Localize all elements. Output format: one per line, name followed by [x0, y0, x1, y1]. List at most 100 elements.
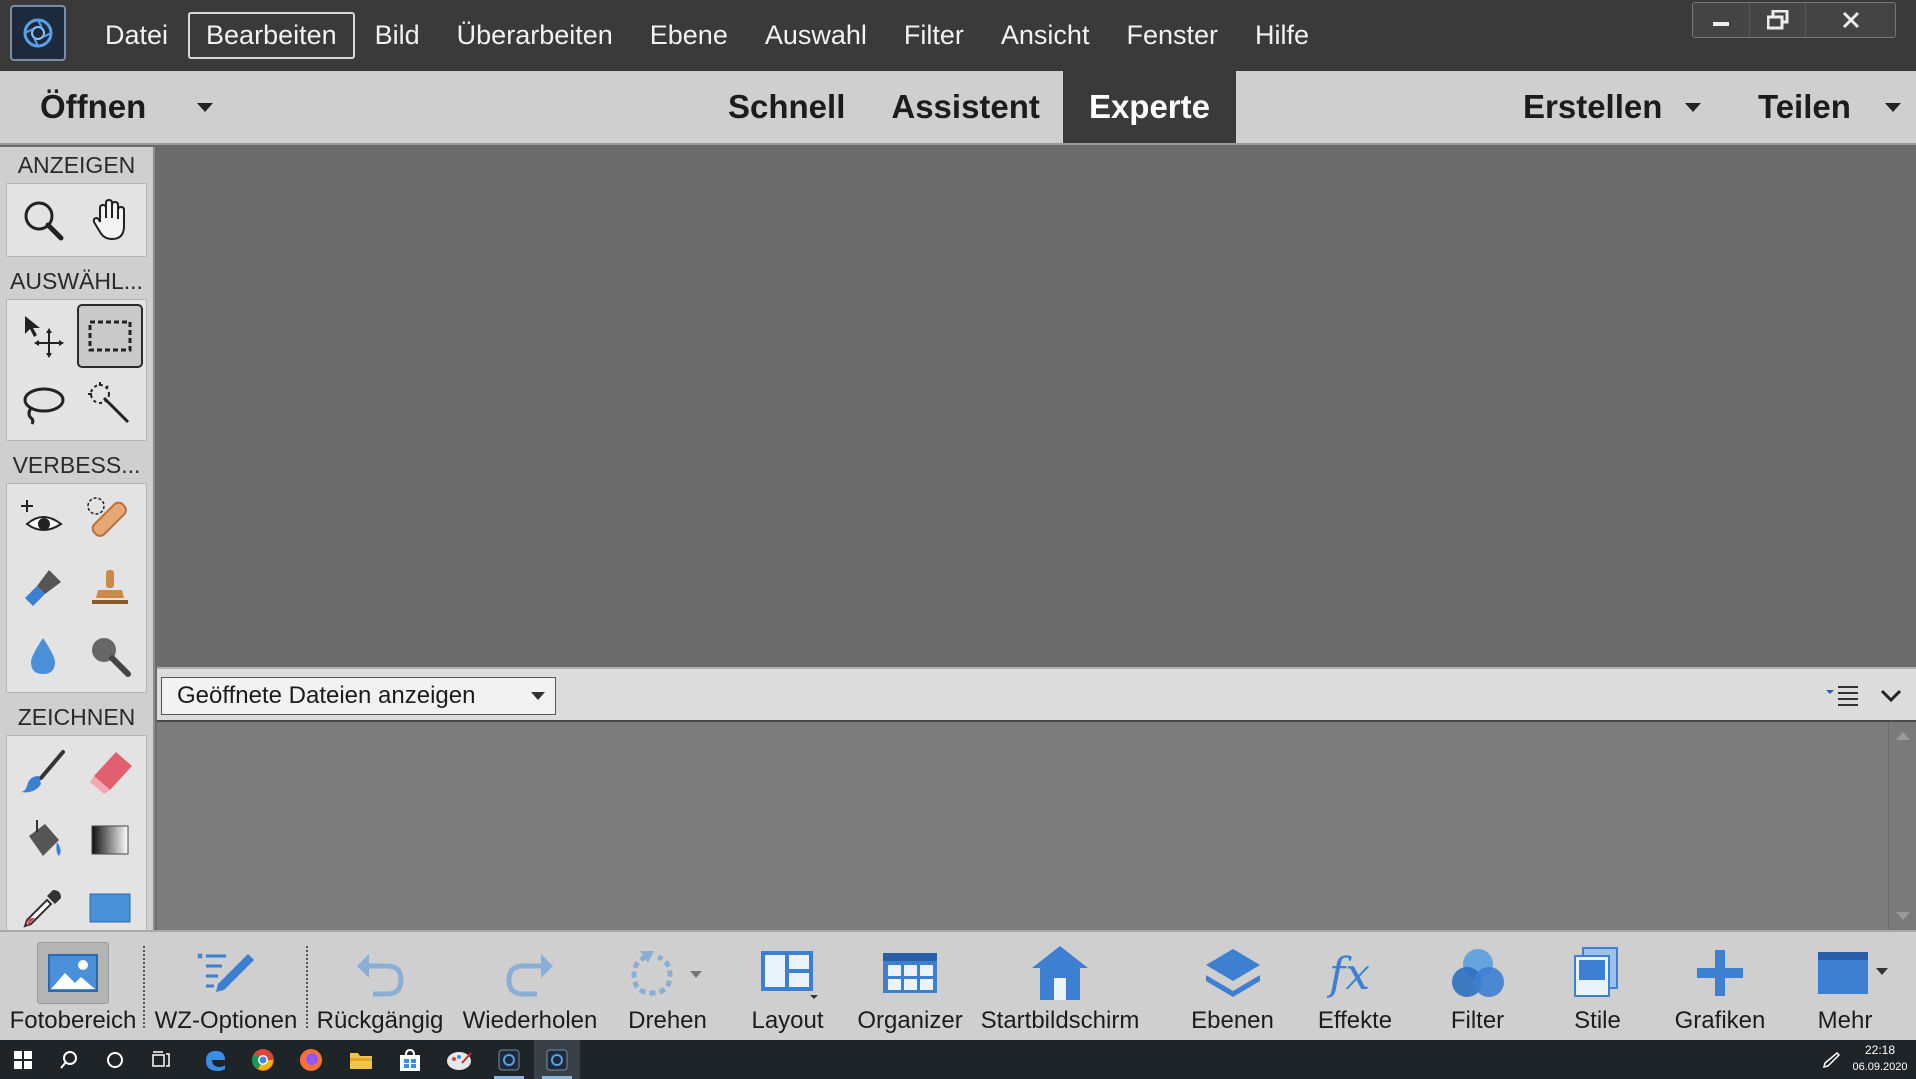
tab-schnell[interactable]: Schnell — [705, 71, 868, 143]
edge-taskbar-button[interactable] — [192, 1040, 238, 1079]
toolbox-section-select: AUSWÄHL... — [10, 267, 143, 294]
quick-selection-tool[interactable] — [77, 372, 144, 436]
eyedropper-tool[interactable] — [10, 876, 77, 930]
brush-tool[interactable] — [10, 740, 77, 804]
elements-editor-taskbar-button[interactable] — [534, 1040, 580, 1079]
organizer-button[interactable]: Organizer — [855, 932, 965, 1040]
app-window: Datei Bearbeiten Bild Überarbeiten Ebene… — [0, 0, 1916, 1079]
menu-hilfe[interactable]: Hilfe — [1238, 13, 1326, 58]
styles-button[interactable]: Stile — [1550, 932, 1645, 1040]
bin-options-button[interactable] — [1822, 681, 1862, 711]
effects-button[interactable]: fx Effekte — [1305, 932, 1405, 1040]
layout-button[interactable]: Layout — [740, 932, 835, 1040]
photo-bin-scrollbar[interactable] — [1888, 722, 1916, 930]
hand-tool[interactable] — [77, 188, 144, 252]
menu-bild[interactable]: Bild — [358, 13, 437, 58]
menu-ueberarbeiten[interactable]: Überarbeiten — [440, 13, 630, 58]
elements-app-taskbar-button[interactable] — [486, 1040, 532, 1079]
layers-button[interactable]: Ebenen — [1185, 932, 1280, 1040]
share-button[interactable]: Teilen — [1758, 71, 1851, 143]
rectangular-marquee-tool[interactable] — [76, 304, 143, 368]
more-icon — [1800, 942, 1890, 1004]
show-open-files-select[interactable]: Geöffnete Dateien anzeigen — [161, 677, 556, 715]
cortana-button[interactable] — [92, 1040, 138, 1079]
restore-button[interactable] — [1749, 3, 1805, 37]
tab-assistent[interactable]: Assistent — [868, 71, 1063, 143]
rectangle-shape-tool[interactable] — [77, 876, 144, 930]
paint-taskbar-button[interactable] — [436, 1040, 482, 1079]
tool-group-draw — [6, 735, 147, 930]
open-dropdown-button[interactable] — [185, 71, 225, 143]
move-tool[interactable] — [10, 304, 77, 368]
canvas-area[interactable] — [157, 147, 1916, 667]
menu-bearbeiten[interactable]: Bearbeiten — [188, 12, 355, 59]
undo-button[interactable]: Rückgängig — [315, 932, 445, 1040]
windows-start-button[interactable] — [0, 1040, 46, 1079]
menu-ansicht[interactable]: Ansicht — [984, 13, 1107, 58]
rotate-button[interactable]: Drehen — [620, 932, 715, 1040]
chevron-down-icon — [1685, 102, 1701, 112]
store-taskbar-button[interactable] — [387, 1040, 433, 1079]
collapse-bin-button[interactable] — [1876, 681, 1906, 711]
menu-datei[interactable]: Datei — [88, 13, 185, 58]
toolbox: ANZEIGEN AUSWÄHL... VERBESS... ZEICHNEN — [0, 147, 155, 930]
lasso-tool[interactable] — [10, 372, 77, 436]
task-view-icon — [152, 1050, 170, 1067]
tool-group-view — [6, 183, 147, 257]
search-icon — [60, 1050, 77, 1069]
edge-icon — [206, 1050, 225, 1071]
create-button[interactable]: Erstellen — [1523, 71, 1662, 143]
home-screen-button[interactable]: Startbildschirm — [980, 932, 1140, 1040]
layout-label: Layout — [751, 1007, 824, 1034]
photo-bin-button[interactable]: Fotobereich — [8, 932, 138, 1040]
menu-auswahl[interactable]: Auswahl — [748, 13, 884, 58]
app-logo-icon[interactable] — [10, 5, 66, 61]
share-dropdown-button[interactable] — [1880, 71, 1906, 143]
red-eye-tool[interactable] — [10, 488, 77, 552]
blur-tool[interactable] — [10, 624, 77, 688]
gradient-icon — [91, 825, 129, 855]
sponge-tool[interactable] — [77, 624, 144, 688]
menu-fenster[interactable]: Fenster — [1109, 13, 1235, 58]
taskbar-search-button[interactable] — [46, 1040, 92, 1079]
menu-ebene[interactable]: Ebene — [633, 13, 745, 58]
photo-bin-label: Fotobereich — [9, 1007, 137, 1034]
scroll-down-icon[interactable] — [1896, 912, 1910, 920]
smart-brush-tool[interactable] — [10, 556, 77, 620]
clone-stamp-tool[interactable] — [77, 556, 144, 620]
file-explorer-taskbar-button[interactable] — [338, 1040, 384, 1079]
pen-workspace-button[interactable] — [1816, 1040, 1846, 1079]
gradient-tool[interactable] — [77, 808, 144, 872]
tool-options-button[interactable]: WZ-Optionen — [152, 932, 300, 1040]
zoom-tool[interactable] — [10, 188, 77, 252]
filter-button[interactable]: Filter — [1430, 932, 1525, 1040]
create-dropdown-button[interactable] — [1680, 71, 1706, 143]
chevron-down-icon — [197, 102, 213, 112]
close-icon — [1842, 11, 1859, 29]
minimize-button[interactable] — [1693, 3, 1749, 37]
task-view-button[interactable] — [138, 1040, 184, 1079]
eraser-tool[interactable] — [77, 740, 144, 804]
paint-bucket-icon — [29, 820, 61, 856]
filter-label: Filter — [1450, 1007, 1505, 1034]
redo-button[interactable]: Wiederholen — [460, 932, 600, 1040]
close-button[interactable] — [1805, 3, 1895, 37]
open-button[interactable]: Öffnen — [40, 71, 146, 143]
eyedropper-icon — [23, 890, 62, 928]
spot-healing-tool[interactable] — [77, 488, 144, 552]
scroll-up-icon[interactable] — [1896, 732, 1910, 740]
graphics-button[interactable]: Grafiken — [1665, 932, 1775, 1040]
tab-experte[interactable]: Experte — [1062, 71, 1236, 143]
photo-bin-area[interactable] — [157, 722, 1888, 930]
paint-bucket-tool[interactable] — [10, 808, 77, 872]
menu-items: Datei Bearbeiten Bild Überarbeiten Ebene… — [88, 0, 1329, 71]
system-clock[interactable]: 22:18 06.09.2020 — [1850, 1042, 1910, 1076]
paint-icon — [447, 1051, 472, 1070]
windows-start-icon — [14, 1050, 32, 1069]
more-button[interactable]: Mehr — [1800, 932, 1890, 1040]
windows-taskbar: 22:18 06.09.2020 — [0, 1040, 1916, 1079]
menu-filter[interactable]: Filter — [887, 13, 981, 58]
graphics-icon — [1693, 942, 1747, 1004]
chrome-taskbar-button[interactable] — [240, 1040, 286, 1079]
firefox-taskbar-button[interactable] — [288, 1040, 334, 1079]
